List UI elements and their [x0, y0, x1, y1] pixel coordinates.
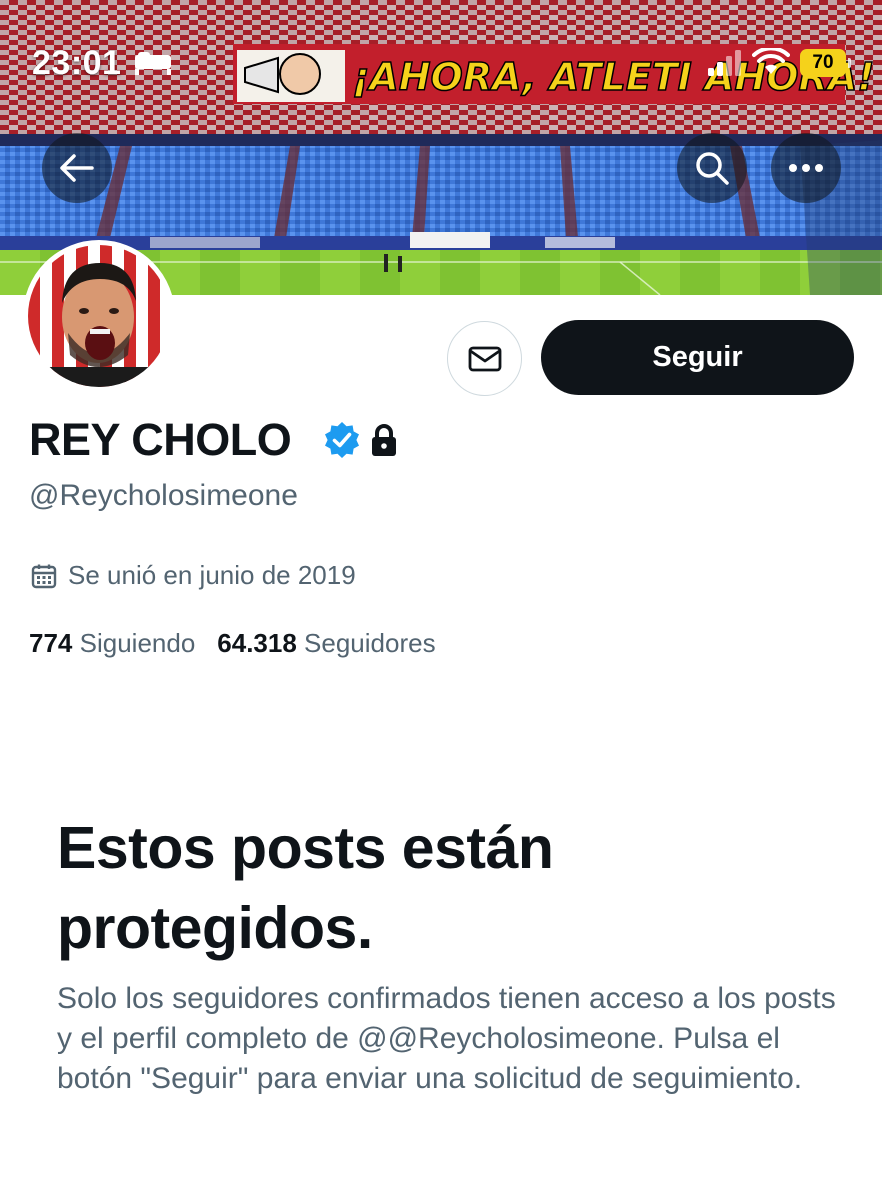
avatar-image [28, 245, 170, 387]
verified-badge-icon[interactable] [322, 420, 362, 460]
join-date: Se unió en junio de 2019 [68, 560, 356, 590]
display-name: REY CHOLO [29, 414, 292, 465]
lock-icon [372, 424, 396, 456]
sleep-icon [135, 52, 171, 75]
message-button[interactable] [447, 321, 522, 396]
followers-label: Seguidores [304, 628, 436, 658]
more-options-button[interactable] [771, 133, 841, 203]
handle: @Reycholosimeone [29, 479, 298, 512]
avatar[interactable] [23, 240, 175, 392]
more-icon [789, 164, 823, 172]
following-count: 774 [29, 628, 73, 658]
back-button[interactable] [42, 133, 112, 203]
protected-title: Estos posts están protegidos. [57, 815, 554, 961]
status-time: 23:01 [32, 44, 122, 82]
following-label: Siguiendo [79, 628, 196, 658]
battery-indicator: 70 [800, 49, 851, 77]
following-link[interactable]: 774 Siguiendo [29, 628, 195, 658]
wifi-icon [752, 48, 790, 74]
search-icon [696, 152, 729, 185]
signal-icon [708, 50, 741, 76]
protected-description: Solo los seguidores confirmados tienen a… [57, 982, 836, 1095]
followers-link[interactable]: 64.318 Seguidores [217, 628, 435, 658]
envelope-icon [468, 346, 501, 371]
back-arrow-icon [60, 154, 94, 182]
calendar-icon [31, 564, 57, 589]
banner-slogan: ¡AHORA, ATLETI AHORA! [352, 55, 875, 99]
search-button[interactable] [677, 133, 747, 203]
follow-button[interactable]: Seguir [541, 320, 854, 395]
follow-stats: 774 Siguiendo 64.318 Seguidores [29, 628, 436, 659]
followers-count: 64.318 [217, 628, 297, 658]
